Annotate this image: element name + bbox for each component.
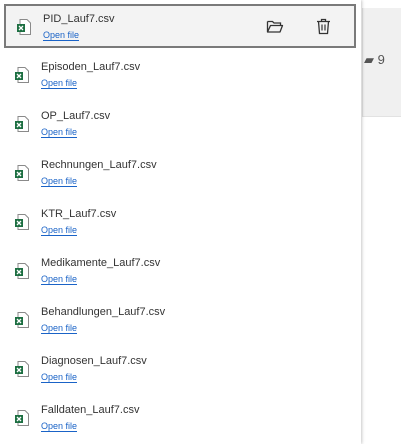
file-name: Medikamente_Lauf7.csv bbox=[41, 257, 161, 269]
delete-button[interactable] bbox=[312, 15, 334, 37]
open-file-link[interactable]: Open file bbox=[41, 421, 78, 432]
file-name: Diagnosen_Lauf7.csv bbox=[41, 355, 147, 367]
file-name: Behandlungen_Lauf7.csv bbox=[41, 306, 166, 318]
open-file-link[interactable]: Open file bbox=[41, 372, 78, 383]
file-name: KTR_Lauf7.csv bbox=[41, 208, 117, 220]
open-folder-button[interactable] bbox=[264, 15, 286, 37]
excel-file-icon bbox=[15, 165, 29, 181]
file-item-ktr[interactable]: KTR_Lauf7.csv Open file bbox=[0, 197, 361, 246]
open-file-link[interactable]: Open file bbox=[41, 323, 78, 334]
file-name: PID_Lauf7.csv bbox=[43, 13, 115, 25]
excel-file-icon bbox=[15, 410, 29, 426]
excel-file-icon bbox=[15, 361, 29, 377]
file-item-diagnosen[interactable]: Diagnosen_Lauf7.csv Open file bbox=[0, 344, 361, 393]
file-item-rechnungen[interactable]: Rechnungen_Lauf7.csv Open file bbox=[0, 148, 361, 197]
file-item-behandlungen[interactable]: Behandlungen_Lauf7.csv Open file bbox=[0, 295, 361, 344]
file-name: OP_Lauf7.csv bbox=[41, 110, 111, 122]
open-file-link[interactable]: Open file bbox=[41, 176, 78, 187]
open-file-link[interactable]: Open file bbox=[41, 127, 78, 138]
excel-file-icon bbox=[15, 263, 29, 279]
open-file-link[interactable]: Open file bbox=[41, 274, 78, 285]
folder-open-icon bbox=[266, 20, 284, 33]
excel-file-icon bbox=[15, 116, 29, 132]
excel-file-icon bbox=[17, 19, 31, 35]
background-toolbar-glyphs: ▰ 9 bbox=[364, 52, 385, 67]
file-name: Falldaten_Lauf7.csv bbox=[41, 404, 140, 416]
file-item-medikamente[interactable]: Medikamente_Lauf7.csv Open file bbox=[0, 246, 361, 295]
file-name: Rechnungen_Lauf7.csv bbox=[41, 159, 157, 171]
excel-file-icon bbox=[15, 67, 29, 83]
trash-icon bbox=[316, 18, 330, 34]
recent-files-panel: PID_Lauf7.csv Open file Episoden_Lauf7.c… bbox=[0, 0, 361, 444]
excel-file-icon bbox=[15, 312, 29, 328]
file-name: Episoden_Lauf7.csv bbox=[41, 61, 141, 73]
file-item-episoden[interactable]: Episoden_Lauf7.csv Open file bbox=[0, 50, 361, 99]
excel-file-icon bbox=[15, 214, 29, 230]
file-item-op[interactable]: OP_Lauf7.csv Open file bbox=[0, 99, 361, 148]
file-item-pid[interactable]: PID_Lauf7.csv Open file bbox=[4, 4, 356, 48]
open-file-link[interactable]: Open file bbox=[41, 225, 78, 236]
open-file-link[interactable]: Open file bbox=[43, 30, 80, 41]
file-item-falldaten[interactable]: Falldaten_Lauf7.csv Open file bbox=[0, 393, 361, 442]
open-file-link[interactable]: Open file bbox=[41, 78, 78, 89]
